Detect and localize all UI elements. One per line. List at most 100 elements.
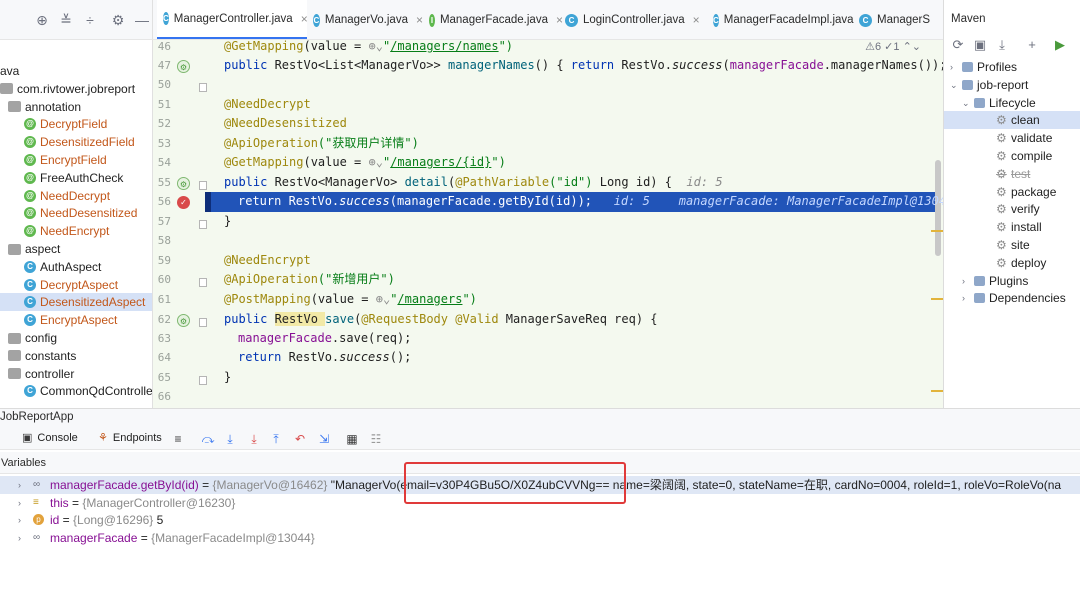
tab-login-controller[interactable]: C LoginController.java × bbox=[559, 0, 707, 39]
run-gutter-icon[interactable]: ⚙ bbox=[177, 177, 190, 190]
maven-item[interactable]: ⚙ validate bbox=[996, 129, 1052, 147]
maven-item[interactable]: ⌄ job-report bbox=[950, 76, 1028, 94]
tree-item-label: aspect bbox=[25, 242, 61, 256]
reload-icon[interactable]: ⟳ bbox=[950, 36, 966, 54]
add-icon[interactable]: + bbox=[1024, 36, 1040, 54]
tree-item[interactable]: @ NeedEncrypt bbox=[0, 222, 109, 240]
maven-item[interactable]: ⚙ install bbox=[996, 218, 1042, 236]
maven-item[interactable]: ⚙ test bbox=[996, 165, 1030, 183]
menu-icon[interactable]: ≡ bbox=[170, 431, 186, 447]
step-into-icon[interactable]: ⤓ bbox=[222, 431, 238, 447]
tree-item[interactable]: C EncryptAspect bbox=[0, 311, 117, 329]
tree-item[interactable]: aspect bbox=[0, 240, 60, 258]
maven-item[interactable]: › Plugins bbox=[962, 272, 1028, 290]
chevron-down-icon[interactable]: ⌄ bbox=[962, 94, 974, 112]
chevron-down-icon[interactable]: ⌄ bbox=[950, 76, 962, 94]
code-editor[interactable]: 46 47 ⚙ 50 51 52 53 54 55 ⚙ 56 ✓ 57 58 59 60 61 62 ⚙ 63 64 65… bbox=[153, 40, 943, 408]
maven-item[interactable]: ⚙ deploy bbox=[996, 254, 1046, 272]
tree-item[interactable]: @ EncryptField bbox=[0, 151, 107, 169]
run-gutter-icon[interactable]: ⚙ bbox=[177, 60, 190, 73]
chevron-right-icon[interactable]: › bbox=[18, 494, 21, 512]
expand-icon[interactable]: ÷ bbox=[82, 12, 98, 28]
console-tab[interactable]: ▣ Console bbox=[22, 431, 78, 445]
step-out-icon[interactable]: ⤒ bbox=[268, 431, 284, 447]
gear-icon: ⚙ bbox=[996, 131, 1007, 146]
run-gutter-icon[interactable]: ⚙ bbox=[177, 314, 190, 327]
fold-marker-icon[interactable] bbox=[199, 181, 207, 190]
tree-item[interactable]: C AuthAspect bbox=[0, 258, 101, 276]
run-to-cursor-icon[interactable]: ⇲ bbox=[316, 431, 332, 447]
code-line-61: @PostMapping(value = ⊕⌄"/managers") bbox=[224, 292, 477, 306]
fold-marker-icon[interactable] bbox=[199, 318, 207, 327]
chevron-right-icon[interactable]: › bbox=[18, 511, 21, 529]
step-over-icon[interactable]: ⤼ bbox=[200, 431, 216, 447]
tree-item[interactable]: controller bbox=[0, 365, 74, 383]
run-icon[interactable]: ▶ bbox=[1052, 36, 1068, 54]
folder-add-icon[interactable]: ▣ bbox=[972, 36, 988, 54]
chevron-right-icon[interactable]: › bbox=[18, 476, 21, 494]
tab-manager-vo[interactable]: C ManagerVo.java × bbox=[307, 0, 423, 39]
web-icon[interactable]: ⊕⌄ bbox=[369, 155, 383, 169]
chevron-right-icon[interactable]: › bbox=[962, 289, 974, 307]
module-icon bbox=[974, 97, 985, 108]
tab-manager-facade[interactable]: I ManagerFacade.java × bbox=[423, 0, 563, 39]
tree-item[interactable]: @ DecryptField bbox=[0, 115, 107, 133]
maven-item[interactable]: ⚙ package bbox=[996, 183, 1056, 201]
tree-item[interactable]: @ DesensitizedField bbox=[0, 133, 135, 151]
chevron-right-icon[interactable]: › bbox=[962, 272, 974, 290]
tab-manager-s[interactable]: C ManagerS bbox=[853, 0, 943, 39]
close-icon[interactable]: × bbox=[416, 13, 423, 27]
code-line-46: @GetMapping(value = ⊕⌄"/managers/names") bbox=[224, 40, 514, 53]
fold-marker-icon[interactable] bbox=[199, 278, 207, 287]
tree-item[interactable]: ava bbox=[0, 62, 19, 80]
variable-type: {ManagerVo@16462} bbox=[212, 478, 331, 492]
tree-item[interactable]: C DesensitizedAspect bbox=[0, 293, 152, 312]
endpoints-tab[interactable]: ⚘ Endpoints bbox=[98, 431, 162, 445]
tab-manager-facade-impl[interactable]: C ManagerFacadeImpl.java × bbox=[707, 0, 869, 39]
tree-item[interactable]: config bbox=[0, 329, 57, 347]
variable-row[interactable]: › ∞ managerFacade = {ManagerFacadeImpl@130… bbox=[0, 529, 1080, 547]
force-step-into-icon[interactable]: ⤓ bbox=[246, 431, 262, 447]
tree-item[interactable]: com.rivtower.jobreport bbox=[0, 80, 135, 98]
chevron-right-icon[interactable]: › bbox=[950, 58, 962, 76]
code-line-52: @NeedDesensitized bbox=[224, 116, 347, 130]
editor-tabs: C ManagerController.java × C ManagerVo.j… bbox=[153, 0, 943, 40]
web-icon[interactable]: ⊕⌄ bbox=[376, 292, 390, 306]
debug-session-title[interactable]: JobReportApp bbox=[0, 411, 74, 423]
tab-label: ManagerFacade.java bbox=[439, 14, 548, 26]
maven-item[interactable]: ⚙ clean bbox=[944, 111, 1080, 130]
fold-marker-icon[interactable] bbox=[199, 220, 207, 229]
fold-marker-icon[interactable] bbox=[199, 376, 207, 385]
close-icon[interactable]: × bbox=[693, 13, 700, 27]
annotation-icon: @ bbox=[24, 189, 36, 202]
maven-item[interactable]: ⚙ verify bbox=[996, 200, 1040, 218]
annotation-icon: @ bbox=[24, 225, 36, 238]
tree-item[interactable]: C CommonQdController bbox=[0, 382, 152, 400]
fold-marker-icon[interactable] bbox=[199, 83, 207, 92]
tab-manager-controller[interactable]: C ManagerController.java × bbox=[157, 0, 308, 39]
maven-item[interactable]: ⚙ compile bbox=[996, 147, 1052, 165]
breakpoint-icon[interactable]: ✓ bbox=[177, 196, 190, 209]
tree-item[interactable]: constants bbox=[0, 347, 76, 365]
tree-item[interactable]: @ NeedDecrypt bbox=[0, 187, 110, 205]
gear-icon[interactable]: ⚙ bbox=[110, 12, 126, 28]
tree-item[interactable]: @ FreeAuthCheck bbox=[0, 169, 123, 187]
maven-item[interactable]: › Profiles bbox=[950, 58, 1017, 76]
web-icon[interactable]: ⊕⌄ bbox=[369, 40, 383, 53]
maven-item[interactable]: › Dependencies bbox=[962, 289, 1066, 307]
minimize-icon[interactable]: — bbox=[134, 12, 150, 28]
inspection-summary[interactable]: ⚠6 ✓1 ⌃⌄ bbox=[865, 40, 921, 53]
drop-frame-icon[interactable]: ↶ bbox=[292, 431, 308, 447]
trace-icon[interactable]: ☷ bbox=[368, 431, 384, 447]
tree-item[interactable]: @ NeedDesensitized bbox=[0, 204, 137, 222]
tree-item[interactable]: annotation bbox=[0, 98, 81, 116]
collapse-all-icon[interactable]: ≚ bbox=[58, 12, 74, 28]
download-icon[interactable]: ⤓ bbox=[994, 36, 1010, 54]
maven-item[interactable]: ⚙ site bbox=[996, 236, 1030, 254]
target-icon[interactable]: ⊕ bbox=[34, 12, 50, 28]
evaluate-icon[interactable]: ▦ bbox=[344, 431, 360, 447]
chevron-right-icon[interactable]: › bbox=[18, 529, 21, 547]
variable-row[interactable]: › p id = {Long@16296} 5 bbox=[0, 511, 1080, 529]
tree-item[interactable]: C DecryptAspect bbox=[0, 276, 118, 294]
maven-item[interactable]: ⌄ Lifecycle bbox=[962, 94, 1036, 112]
